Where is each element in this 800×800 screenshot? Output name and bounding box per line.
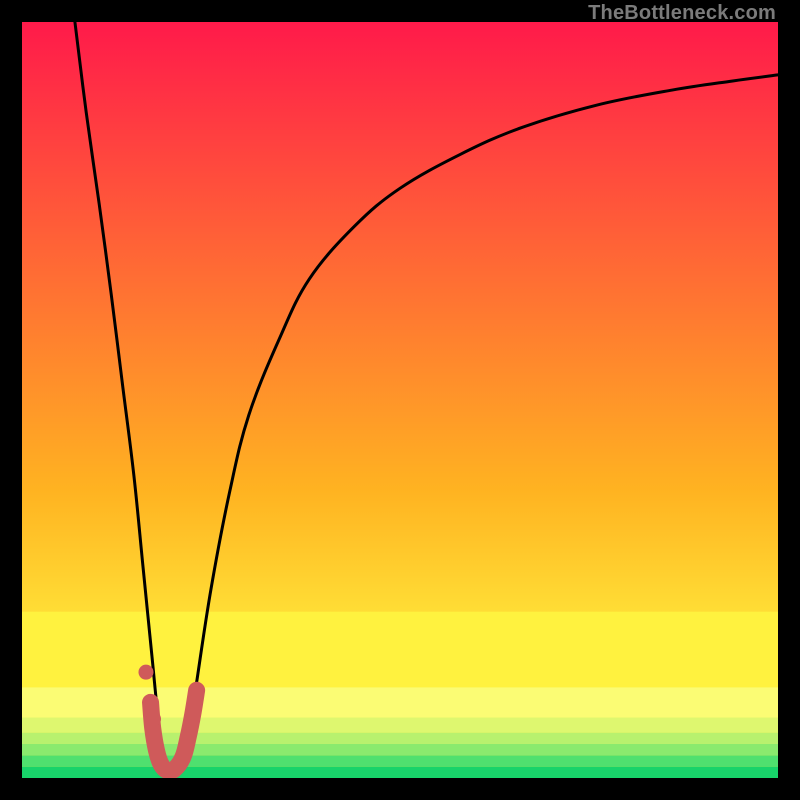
outer-frame: TheBottleneck.com xyxy=(0,0,800,800)
bottom-color-bands xyxy=(22,612,778,778)
band xyxy=(22,733,778,744)
band xyxy=(22,755,778,766)
dot-upper xyxy=(138,665,153,680)
band xyxy=(22,718,778,733)
band xyxy=(22,612,778,688)
plot-area xyxy=(22,22,778,778)
chart-svg xyxy=(22,22,778,778)
band xyxy=(22,767,778,778)
band xyxy=(22,687,778,717)
band xyxy=(22,744,778,755)
dot-lower xyxy=(146,712,161,727)
